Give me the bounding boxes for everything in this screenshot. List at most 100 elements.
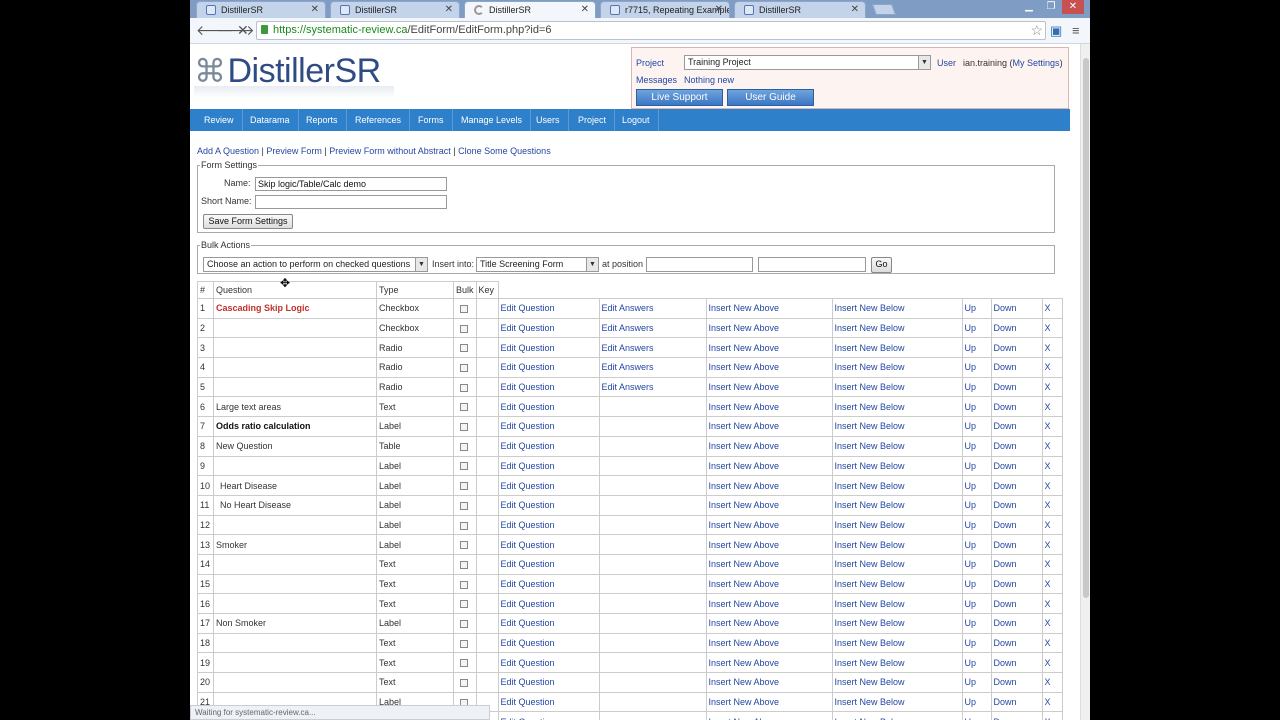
insert-above-link[interactable]: Insert New Above [705, 298, 833, 319]
edit-question-link[interactable]: Edit Question [497, 455, 600, 477]
insert-above-link[interactable]: Insert New Above [705, 475, 833, 496]
insert-below-link[interactable]: Insert New Below [831, 376, 963, 398]
insert-above-link[interactable]: Insert New Above [705, 396, 833, 418]
delete-question-link[interactable]: X [1041, 553, 1063, 575]
insert-above-link[interactable]: Insert New Above [705, 435, 833, 457]
move-up-link[interactable]: Up [961, 573, 992, 595]
move-down-link[interactable]: Down [990, 357, 1043, 378]
scrollbar-thumb[interactable] [1083, 58, 1089, 598]
edit-question-link[interactable]: Edit Question [497, 632, 600, 654]
delete-question-link[interactable]: X [1041, 593, 1063, 614]
insert-above-link[interactable]: Insert New Above [705, 376, 833, 398]
insert-above-link[interactable]: Insert New Above [705, 711, 833, 720]
edit-question-link[interactable]: Edit Question [497, 416, 600, 437]
insert-below-link[interactable]: Insert New Below [831, 711, 963, 720]
insert-below-link[interactable]: Insert New Below [831, 672, 963, 693]
delete-question-link[interactable]: X [1041, 534, 1063, 555]
delete-question-link[interactable]: X [1041, 317, 1063, 339]
edit-question-link[interactable]: Edit Question [497, 672, 600, 693]
move-down-link[interactable]: Down [990, 494, 1043, 516]
edit-question-link[interactable]: Edit Question [497, 396, 600, 418]
delete-question-link[interactable]: X [1041, 652, 1063, 674]
insert-below-link[interactable]: Insert New Below [831, 357, 963, 378]
bulk-checkbox[interactable] [460, 482, 468, 491]
move-down-link[interactable]: Down [990, 455, 1043, 477]
close-tab-icon[interactable]: ✕ [851, 4, 859, 15]
nav-users[interactable]: Users [528, 109, 569, 131]
insert-below-link[interactable]: Insert New Below [831, 691, 963, 713]
move-up-link[interactable]: Up [961, 672, 992, 693]
move-down-link[interactable]: Down [990, 337, 1043, 359]
insert-above-link[interactable]: Insert New Above [705, 337, 833, 359]
maximize-icon[interactable]: ❐ [1040, 0, 1062, 14]
insert-below-link[interactable]: Insert New Below [831, 652, 963, 674]
insert-above-link[interactable]: Insert New Above [705, 593, 833, 614]
move-up-link[interactable]: Up [961, 455, 992, 477]
move-down-link[interactable]: Down [990, 711, 1043, 720]
move-up-link[interactable]: Up [961, 534, 992, 555]
move-down-link[interactable]: Down [990, 298, 1043, 319]
move-up-link[interactable]: Up [961, 376, 992, 398]
edit-answers-link[interactable]: Edit Answers [598, 337, 707, 359]
insert-above-link[interactable]: Insert New Above [705, 514, 833, 536]
nav-logout[interactable]: Logout [614, 109, 659, 131]
menu-icon[interactable]: ≡ [1072, 23, 1080, 38]
insert-above-link[interactable]: Insert New Above [705, 632, 833, 654]
edit-question-link[interactable]: Edit Question [497, 514, 600, 536]
close-tab-icon[interactable]: ✕ [445, 4, 453, 15]
delete-question-link[interactable]: X [1041, 632, 1063, 654]
edit-question-link[interactable]: Edit Question [497, 337, 600, 359]
my-settings-link[interactable]: My Settings [1013, 58, 1060, 68]
bulk-checkbox[interactable] [460, 501, 468, 510]
position-value-input[interactable] [758, 257, 866, 272]
insert-above-link[interactable]: Insert New Above [705, 416, 833, 437]
close-tab-icon[interactable]: ✕ [311, 4, 319, 15]
move-up-link[interactable]: Up [961, 652, 992, 674]
close-tab-icon[interactable]: ✕ [715, 4, 723, 15]
insert-above-link[interactable]: Insert New Above [705, 652, 833, 674]
edit-question-link[interactable]: Edit Question [497, 534, 600, 555]
live-support-button[interactable]: Live Support [636, 89, 723, 106]
edit-question-link[interactable]: Edit Question [497, 573, 600, 595]
insert-below-link[interactable]: Insert New Below [831, 298, 963, 319]
move-down-link[interactable]: Down [990, 416, 1043, 437]
delete-question-link[interactable]: X [1041, 396, 1063, 418]
move-up-link[interactable]: Up [961, 416, 992, 437]
insert-below-link[interactable]: Insert New Below [831, 455, 963, 477]
move-down-link[interactable]: Down [990, 317, 1043, 339]
insert-above-link[interactable]: Insert New Above [705, 357, 833, 378]
edit-question-link[interactable]: Edit Question [497, 357, 600, 378]
move-up-link[interactable]: Up [961, 337, 992, 359]
insert-below-link[interactable]: Insert New Below [831, 494, 963, 516]
bulk-checkbox[interactable] [460, 383, 468, 392]
insert-below-link[interactable]: Insert New Below [831, 632, 963, 654]
bulk-checkbox[interactable] [460, 600, 468, 609]
move-down-link[interactable]: Down [990, 593, 1043, 614]
insert-below-link[interactable]: Insert New Below [831, 534, 963, 555]
move-up-link[interactable]: Up [961, 593, 992, 614]
nav-forms[interactable]: Forms [410, 109, 453, 131]
edit-answers-link[interactable]: Edit Answers [598, 317, 707, 339]
move-up-link[interactable]: Up [961, 691, 992, 713]
move-down-link[interactable]: Down [990, 573, 1043, 595]
delete-question-link[interactable]: X [1041, 475, 1063, 496]
bulk-checkbox[interactable] [460, 403, 468, 412]
delete-question-link[interactable]: X [1041, 337, 1063, 359]
move-up-link[interactable]: Up [961, 475, 992, 496]
move-up-link[interactable]: Up [961, 514, 992, 536]
insert-below-link[interactable]: Insert New Below [831, 514, 963, 536]
move-down-link[interactable]: Down [990, 553, 1043, 575]
move-up-link[interactable]: Up [961, 317, 992, 339]
edit-answers-link[interactable]: Edit Answers [598, 376, 707, 398]
move-up-link[interactable]: Up [961, 357, 992, 378]
browser-tab-active[interactable]: DistillerSR ✕ [464, 1, 596, 18]
move-up-link[interactable]: Up [961, 632, 992, 654]
preview-without-abstract-link[interactable]: Preview Form without Abstract [329, 146, 451, 156]
edit-question-link[interactable]: Edit Question [497, 376, 600, 398]
edit-question-link[interactable]: Edit Question [497, 298, 600, 319]
address-bar[interactable]: https://systematic-review.ca/EditForm/Ed… [256, 21, 1046, 40]
move-up-link[interactable]: Up [961, 711, 992, 720]
browser-tab[interactable]: r7715, Repeating Example ✕ [600, 1, 730, 18]
bulk-checkbox[interactable] [460, 344, 468, 353]
move-down-link[interactable]: Down [990, 534, 1043, 555]
